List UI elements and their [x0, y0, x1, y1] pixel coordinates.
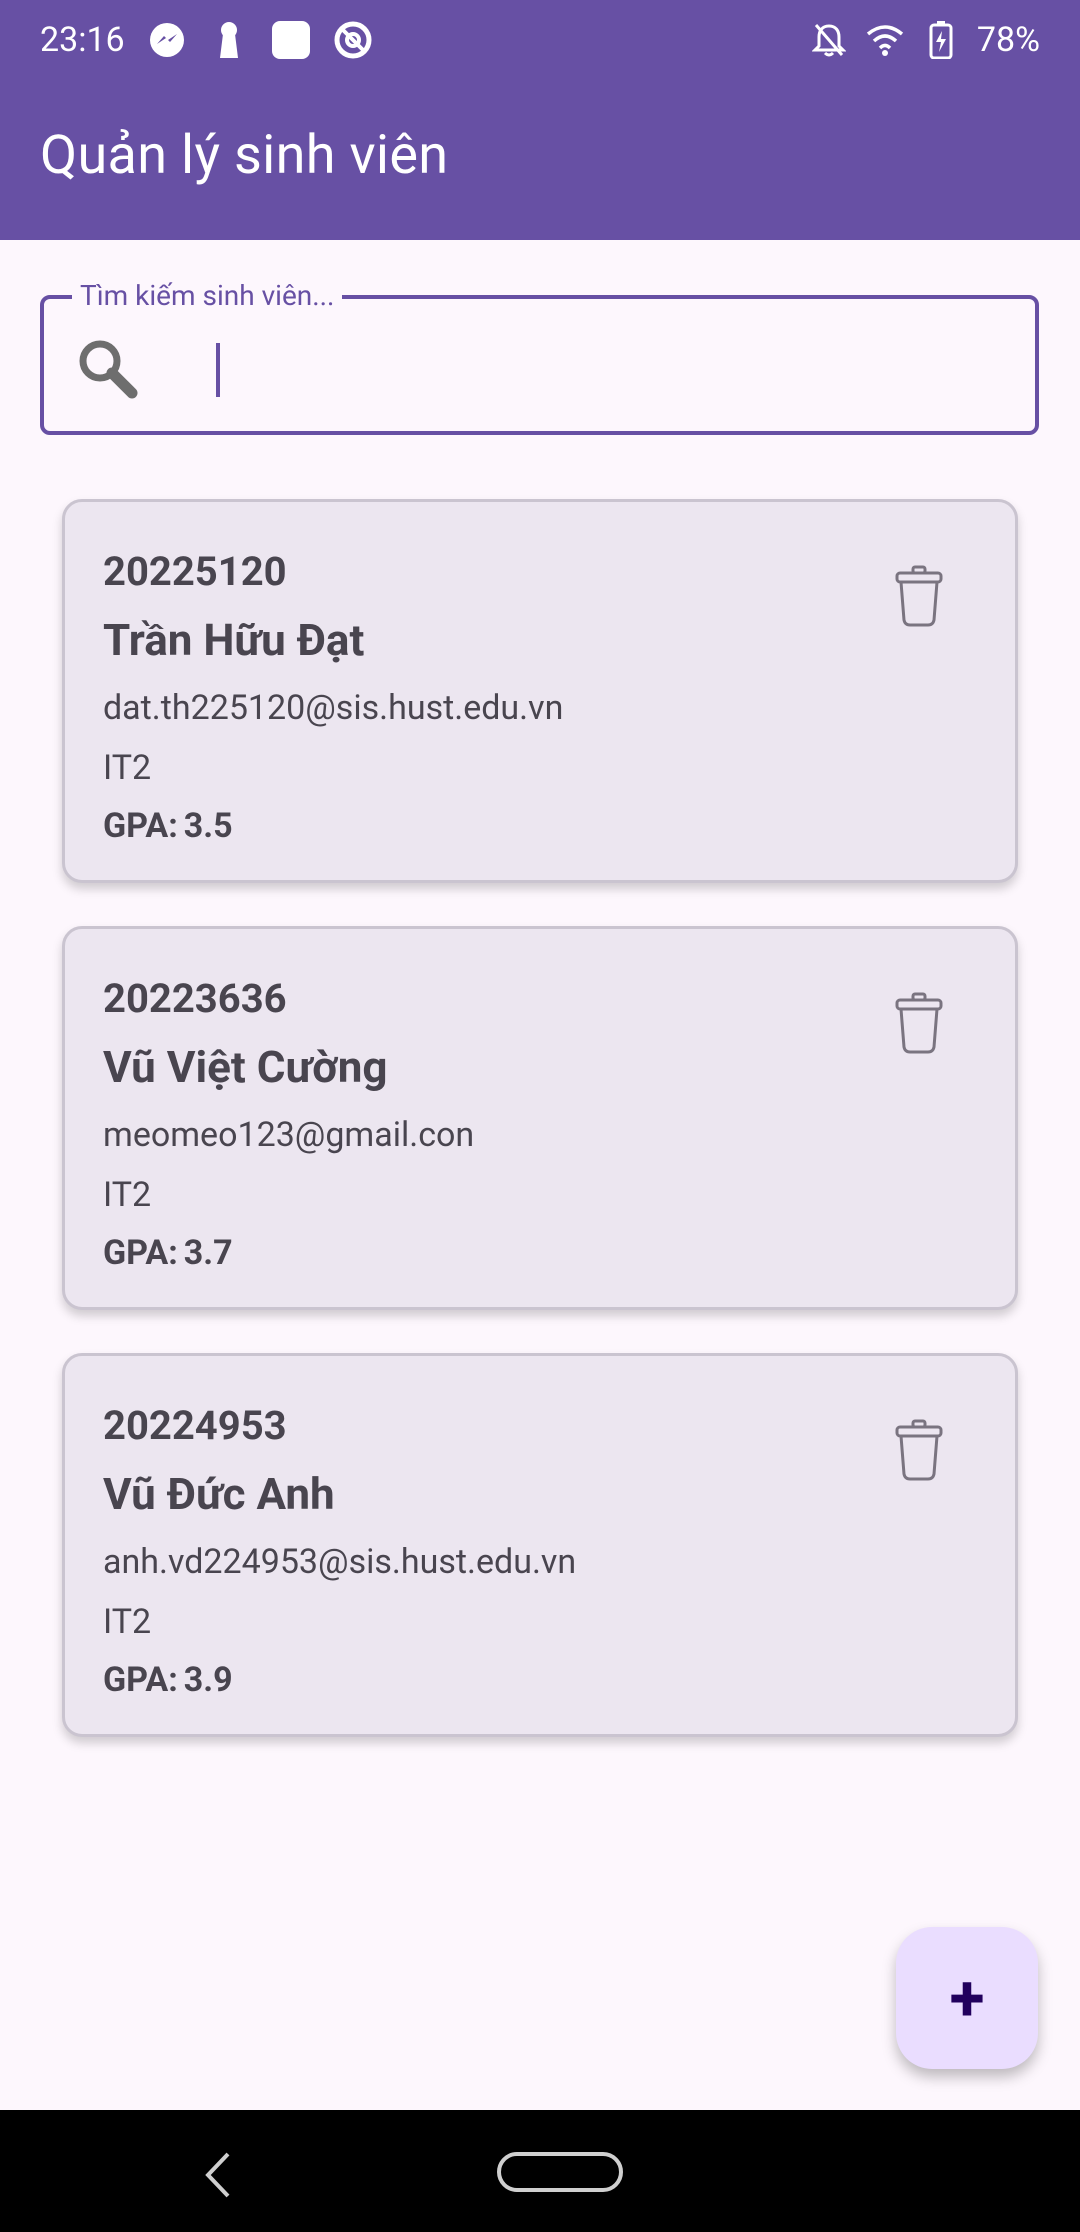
- battery-charging-icon: [921, 20, 961, 60]
- student-class: IT2: [103, 748, 152, 788]
- search-input[interactable]: [172, 327, 992, 407]
- student-gpa: GPA: 3.5: [103, 806, 233, 846]
- student-class: IT2: [103, 1175, 152, 1215]
- student-gpa: GPA: 3.9: [103, 1660, 233, 1700]
- keyhole-icon: [209, 20, 249, 60]
- trash-icon: [893, 564, 945, 632]
- student-email: meomeo123@gmail.con: [103, 1115, 475, 1155]
- student-email: anh.vd224953@sis.hust.edu.vn: [103, 1542, 577, 1582]
- delete-button[interactable]: [879, 558, 959, 638]
- gpa-label: GPA:: [103, 806, 178, 846]
- bell-off-icon: [809, 20, 849, 60]
- student-card[interactable]: 20223636 Vũ Việt Cường meomeo123@gmail.c…: [62, 926, 1018, 1310]
- student-id: 20223636: [103, 975, 287, 1022]
- messenger-icon: [147, 20, 187, 60]
- gpa-value: 3.5: [183, 806, 233, 846]
- student-name: Trần Hữu Đạt: [103, 614, 365, 666]
- student-list: 20225120 Trần Hữu Đạt dat.th225120@sis.h…: [62, 499, 1018, 1780]
- student-card[interactable]: 20224953 Vũ Đức Anh anh.vd224953@sis.hus…: [62, 1353, 1018, 1737]
- navigation-bar: [0, 2110, 1080, 2232]
- search-field[interactable]: Tìm kiếm sinh viên...: [40, 279, 1039, 435]
- status-bar: 23:16 78%: [0, 0, 1080, 80]
- back-icon[interactable]: [198, 2150, 238, 2200]
- home-button[interactable]: [497, 2152, 623, 2192]
- gpa-label: GPA:: [103, 1233, 178, 1273]
- delete-button[interactable]: [879, 1412, 959, 1492]
- status-time: 23:16: [40, 20, 125, 60]
- search-icon: [72, 333, 142, 403]
- status-right: 78%: [809, 20, 1040, 60]
- trash-icon: [893, 991, 945, 1059]
- search-label: Tìm kiếm sinh viên...: [72, 279, 343, 312]
- student-id: 20224953: [103, 1402, 287, 1449]
- gpa-label: GPA:: [103, 1660, 178, 1700]
- student-email: dat.th225120@sis.hust.edu.vn: [103, 688, 564, 728]
- app-title: Quản lý sinh viên: [40, 124, 449, 187]
- square-icon: [271, 20, 311, 60]
- gpa-value: 3.7: [183, 1233, 233, 1273]
- text-cursor: [216, 343, 220, 397]
- top-app-area: 23:16 78% Quản lý sinh viên: [0, 0, 1080, 240]
- student-gpa: GPA: 3.7: [103, 1233, 233, 1273]
- gpa-value: 3.9: [183, 1660, 233, 1700]
- delete-button[interactable]: [879, 985, 959, 1065]
- student-card[interactable]: 20225120 Trần Hữu Đạt dat.th225120@sis.h…: [62, 499, 1018, 883]
- student-id: 20225120: [103, 548, 287, 595]
- wifi-icon: [865, 20, 905, 60]
- status-left: 23:16: [40, 20, 373, 60]
- at-sign-icon: [333, 20, 373, 60]
- student-name: Vũ Việt Cường: [103, 1041, 388, 1093]
- student-name: Vũ Đức Anh: [103, 1468, 335, 1520]
- battery-percent: 78%: [976, 20, 1040, 60]
- plus-icon: +: [949, 1960, 985, 2036]
- trash-icon: [893, 1418, 945, 1486]
- add-student-button[interactable]: +: [896, 1927, 1038, 2069]
- student-class: IT2: [103, 1602, 152, 1642]
